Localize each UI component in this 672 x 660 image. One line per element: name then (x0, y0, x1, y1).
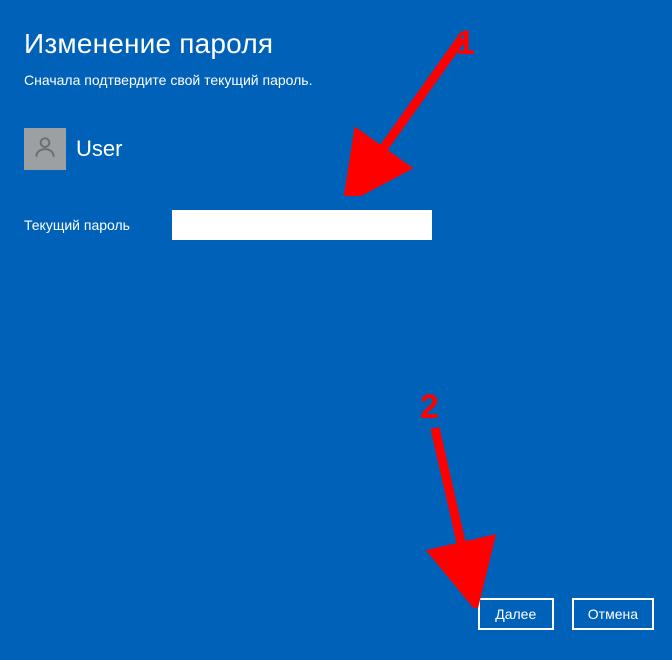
user-icon (32, 134, 58, 165)
username: User (76, 136, 122, 162)
current-password-input[interactable] (172, 210, 432, 240)
page-title: Изменение пароля (24, 28, 648, 60)
annotation-label-1: 1 (456, 24, 475, 63)
page-subtitle: Сначала подтвердите свой текущий пароль. (24, 72, 648, 88)
password-field-row: Текущий пароль (24, 210, 648, 240)
annotation-label-2: 2 (420, 388, 439, 427)
avatar (24, 128, 66, 170)
password-label: Текущий пароль (24, 217, 136, 233)
button-row: Далее Отмена (478, 598, 654, 630)
user-row: User (24, 128, 648, 170)
cancel-button[interactable]: Отмена (572, 598, 654, 630)
next-button[interactable]: Далее (478, 598, 554, 630)
